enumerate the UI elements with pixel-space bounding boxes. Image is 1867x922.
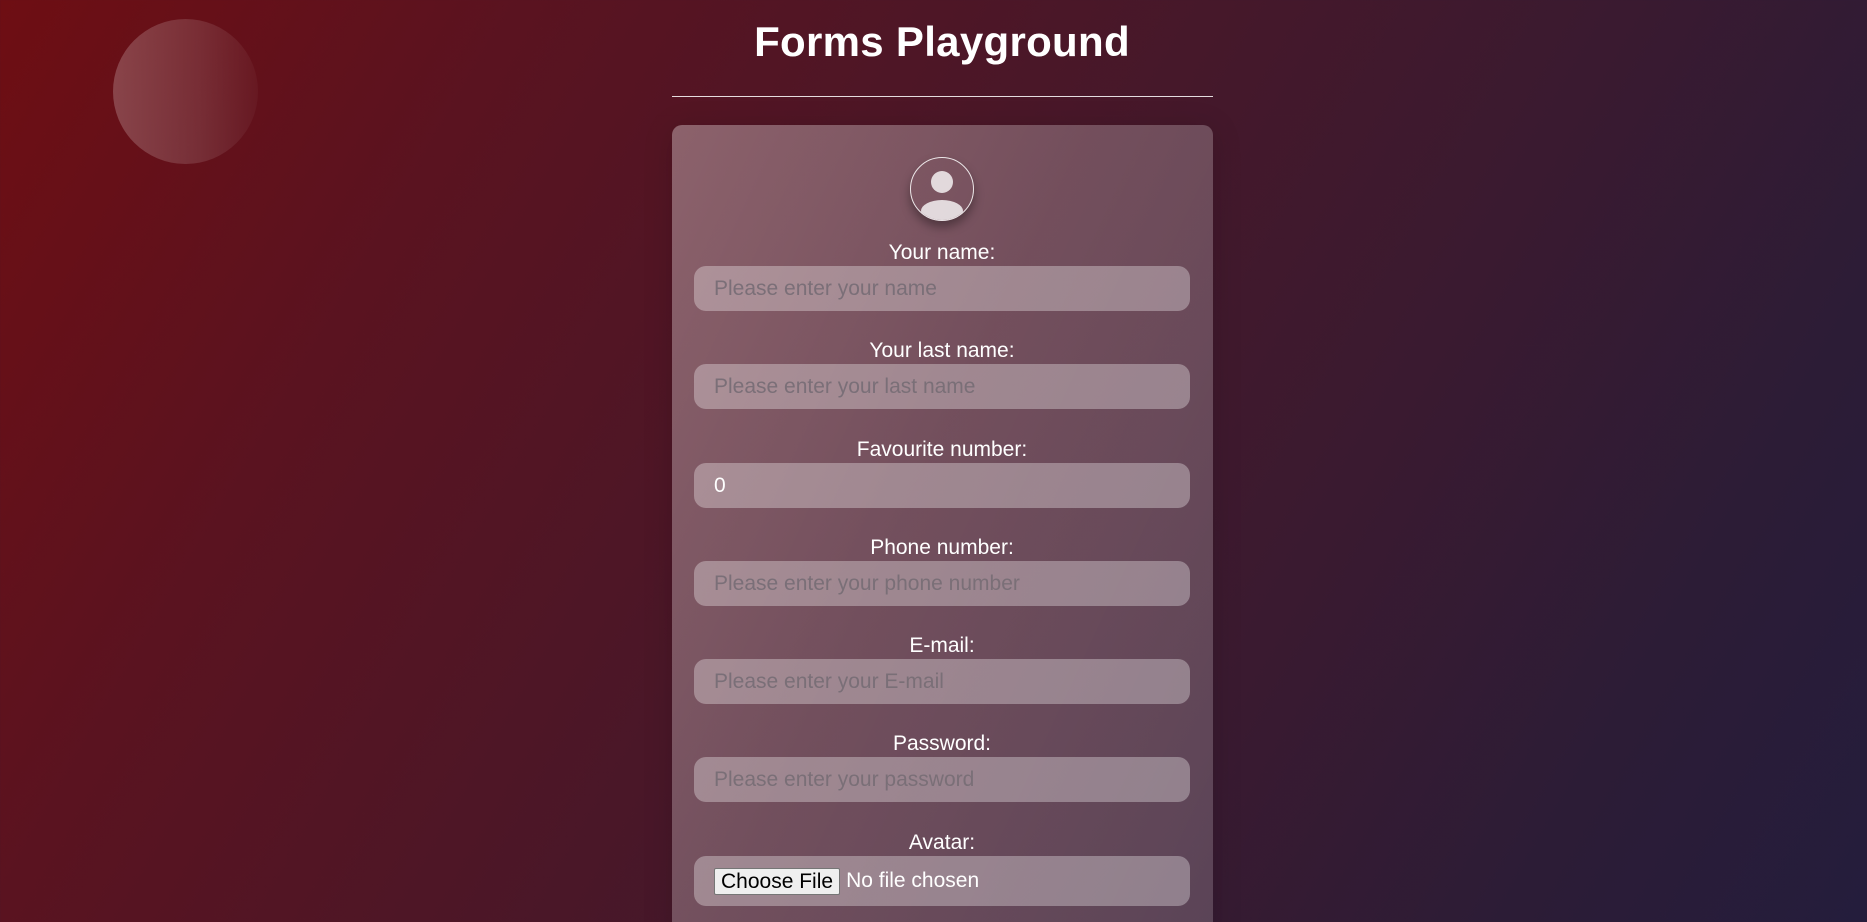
favourite-number-label: Favourite number: [856, 438, 1028, 461]
favourite-number-input[interactable] [694, 463, 1190, 508]
email-input[interactable] [694, 659, 1190, 704]
form-card: Your name: Your last name: Favourite num… [672, 125, 1213, 922]
first-name-label: Your name: [888, 241, 996, 264]
file-status-text: No file chosen [846, 869, 980, 892]
avatar-upload-field: Avatar: Choose File No file chosen [694, 831, 1190, 906]
phone-field: Phone number: [694, 536, 1190, 606]
password-field: Password: [694, 732, 1190, 802]
password-label: Password: [892, 732, 992, 755]
password-input[interactable] [694, 757, 1190, 802]
user-icon [910, 157, 974, 221]
last-name-field: Your last name: [694, 339, 1190, 409]
first-name-field: Your name: [694, 241, 1190, 311]
last-name-input[interactable] [694, 364, 1190, 409]
title-divider [672, 96, 1213, 97]
last-name-label: Your last name: [869, 339, 1015, 362]
email-label: E-mail: [909, 634, 975, 657]
favourite-number-field: Favourite number: [694, 438, 1190, 508]
avatar-upload-label: Avatar: [908, 831, 976, 854]
email-field: E-mail: [694, 634, 1190, 704]
phone-input[interactable] [694, 561, 1190, 606]
first-name-input[interactable] [694, 266, 1190, 311]
page-title: Forms Playground [754, 18, 1130, 65]
choose-file-button[interactable]: Choose File [714, 867, 841, 895]
avatar-file-input[interactable]: Choose File No file chosen [694, 856, 1190, 906]
phone-label: Phone number: [870, 536, 1014, 559]
